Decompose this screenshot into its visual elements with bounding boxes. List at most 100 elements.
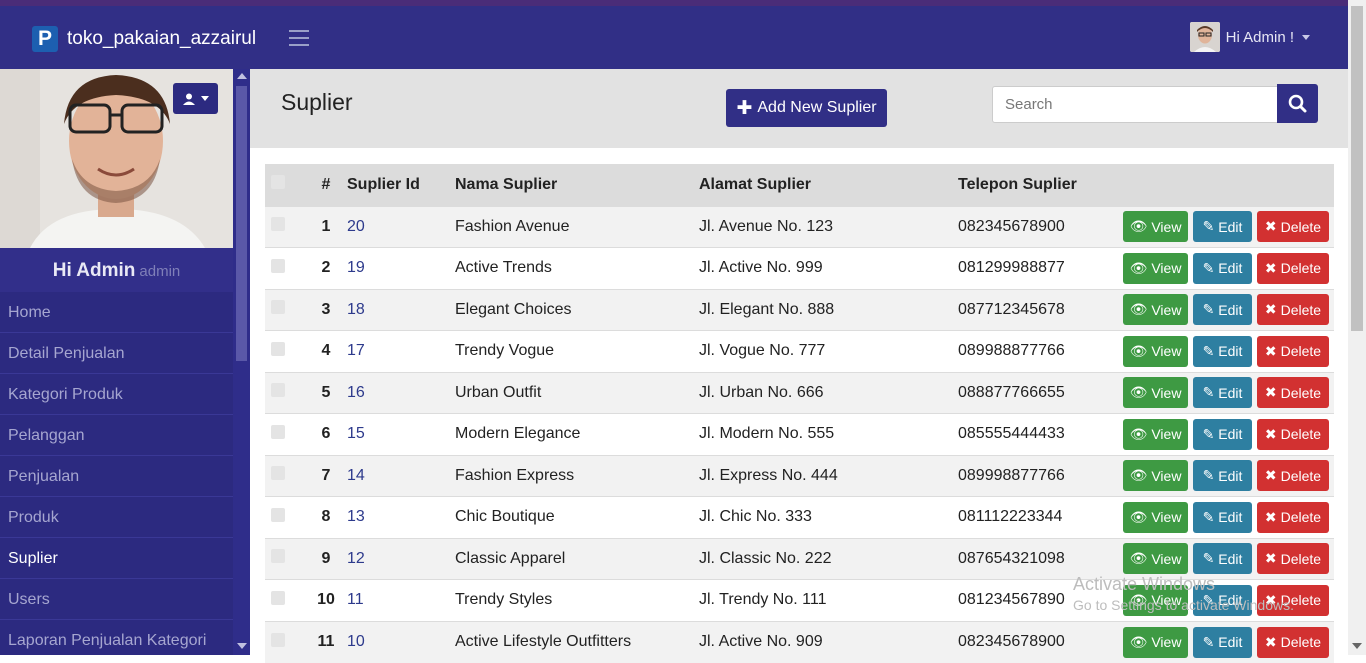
- edit-button[interactable]: ✎ Edit: [1193, 211, 1252, 243]
- view-button[interactable]: 👁 View: [1123, 626, 1188, 658]
- view-button[interactable]: 👁 View: [1123, 501, 1188, 533]
- delete-button[interactable]: ✖ Delete: [1257, 252, 1329, 284]
- suplier-id[interactable]: 10: [347, 621, 455, 663]
- view-button[interactable]: 👁 View: [1123, 460, 1188, 492]
- delete-button[interactable]: ✖ Delete: [1257, 584, 1329, 616]
- suplier-id[interactable]: 11: [347, 580, 455, 622]
- col-header-alamat[interactable]: Alamat Suplier: [699, 164, 958, 206]
- sidebar-item-pelanggan[interactable]: Pelanggan: [0, 415, 233, 456]
- eye-icon: 👁: [1129, 425, 1148, 442]
- edit-icon: ✎: [1202, 633, 1215, 650]
- suplier-id[interactable]: 13: [347, 497, 455, 539]
- view-button[interactable]: 👁 View: [1123, 335, 1188, 367]
- row-checkbox[interactable]: [271, 632, 285, 647]
- page-scrollbar[interactable]: [1348, 0, 1366, 655]
- view-button[interactable]: 👁 View: [1123, 377, 1188, 409]
- edit-button[interactable]: ✎ Edit: [1193, 377, 1252, 409]
- edit-button[interactable]: ✎ Edit: [1193, 418, 1252, 450]
- top-navbar: P toko_pakaian_azzairul Hi Admin !: [0, 6, 1348, 69]
- row-checkbox[interactable]: [271, 383, 285, 398]
- search-input[interactable]: [992, 86, 1278, 123]
- col-header-suplier-id[interactable]: Suplier Id: [347, 164, 455, 206]
- suplier-id[interactable]: 16: [347, 372, 455, 414]
- edit-icon: ✎: [1202, 425, 1215, 442]
- brand[interactable]: P toko_pakaian_azzairul: [32, 26, 256, 52]
- edit-button[interactable]: ✎ Edit: [1193, 543, 1252, 575]
- sidebar-scrollbar[interactable]: [233, 69, 250, 655]
- row-checkbox[interactable]: [271, 341, 285, 356]
- edit-button[interactable]: ✎ Edit: [1193, 460, 1252, 492]
- row-number: 1: [321, 217, 331, 235]
- view-button[interactable]: 👁 View: [1123, 294, 1188, 326]
- suplier-id[interactable]: 20: [347, 206, 455, 248]
- add-new-suplier-button[interactable]: ✚ Add New Suplier: [726, 89, 887, 127]
- view-button[interactable]: 👁 View: [1123, 211, 1188, 243]
- suplier-id[interactable]: 14: [347, 455, 455, 497]
- sidebar-item-produk[interactable]: Produk: [0, 497, 233, 538]
- scroll-up-icon[interactable]: [237, 73, 247, 79]
- delete-button[interactable]: ✖ Delete: [1257, 335, 1329, 367]
- row-checkbox[interactable]: [271, 217, 285, 232]
- select-all-checkbox[interactable]: [271, 175, 285, 190]
- alamat-suplier: Jl. Vogue No. 777: [699, 342, 826, 360]
- sidebar-item-kategori-produk[interactable]: Kategori Produk: [0, 374, 233, 415]
- user-menu[interactable]: Hi Admin !: [1189, 22, 1310, 52]
- sidebar-item-penjualan[interactable]: Penjualan: [0, 456, 233, 497]
- col-header-nama[interactable]: Nama Suplier: [455, 164, 699, 206]
- profile-options-button[interactable]: [173, 83, 218, 114]
- sidebar-item-detail-penjualan[interactable]: Detail Penjualan: [0, 333, 233, 374]
- edit-button[interactable]: ✎ Edit: [1193, 501, 1252, 533]
- scrollbar-thumb[interactable]: [1351, 6, 1363, 331]
- sidebar-item-users[interactable]: Users: [0, 579, 233, 620]
- search-button[interactable]: [1277, 84, 1318, 123]
- delete-button[interactable]: ✖ Delete: [1257, 460, 1329, 492]
- edit-button[interactable]: ✎ Edit: [1193, 335, 1252, 367]
- suplier-id[interactable]: 19: [347, 248, 455, 290]
- delete-button[interactable]: ✖ Delete: [1257, 626, 1329, 658]
- suplier-id[interactable]: 15: [347, 414, 455, 456]
- delete-button[interactable]: ✖ Delete: [1257, 211, 1329, 243]
- close-icon: ✖: [1264, 425, 1277, 442]
- row-checkbox[interactable]: [271, 424, 285, 439]
- sidebar-item-home[interactable]: Home: [0, 292, 233, 333]
- sidebar-item-laporan-penjualan-kategori[interactable]: Laporan Penjualan Kategori: [0, 620, 233, 655]
- edit-button[interactable]: ✎ Edit: [1193, 252, 1252, 284]
- col-header-telepon[interactable]: Telepon Suplier: [958, 164, 1118, 206]
- suplier-id[interactable]: 18: [347, 289, 455, 331]
- main-content: Suplier ✚ Add New Suplier # Suplier Id N…: [250, 69, 1348, 663]
- row-checkbox[interactable]: [271, 258, 285, 273]
- scroll-down-icon[interactable]: [1352, 643, 1362, 649]
- delete-button[interactable]: ✖ Delete: [1257, 418, 1329, 450]
- row-number: 6: [321, 425, 331, 443]
- suplier-id[interactable]: 12: [347, 538, 455, 580]
- view-label: View: [1151, 467, 1182, 484]
- edit-button[interactable]: ✎ Edit: [1193, 294, 1252, 326]
- close-icon: ✖: [1264, 550, 1277, 567]
- view-label: View: [1151, 634, 1182, 650]
- view-button[interactable]: 👁 View: [1123, 543, 1188, 575]
- edit-button[interactable]: ✎ Edit: [1193, 626, 1252, 658]
- delete-button[interactable]: ✖ Delete: [1257, 543, 1329, 575]
- view-button[interactable]: 👁 View: [1123, 418, 1188, 450]
- profile-role: admin: [139, 263, 181, 280]
- delete-button[interactable]: ✖ Delete: [1257, 294, 1329, 326]
- row-checkbox[interactable]: [271, 300, 285, 315]
- brand-name: toko_pakaian_azzairul: [67, 28, 257, 49]
- close-icon: ✖: [1264, 384, 1277, 401]
- row-checkbox[interactable]: [271, 507, 285, 522]
- plus-icon: ✚: [736, 97, 753, 119]
- edit-button[interactable]: ✎ Edit: [1193, 584, 1252, 616]
- sidebar-item-suplier[interactable]: Suplier: [0, 538, 233, 579]
- scroll-down-icon[interactable]: [237, 643, 247, 649]
- delete-button[interactable]: ✖ Delete: [1257, 501, 1329, 533]
- view-button[interactable]: 👁 View: [1123, 584, 1188, 616]
- row-checkbox[interactable]: [271, 466, 285, 481]
- scrollbar-thumb[interactable]: [236, 86, 247, 361]
- suplier-id[interactable]: 17: [347, 331, 455, 373]
- row-checkbox[interactable]: [271, 549, 285, 564]
- menu-toggle-icon[interactable]: [289, 30, 309, 46]
- delete-button[interactable]: ✖ Delete: [1257, 377, 1329, 409]
- table-row: 2 19 Active Trends Jl. Active No. 999 081299…: [265, 247, 1334, 290]
- row-checkbox[interactable]: [271, 590, 285, 605]
- view-button[interactable]: 👁 View: [1123, 252, 1188, 284]
